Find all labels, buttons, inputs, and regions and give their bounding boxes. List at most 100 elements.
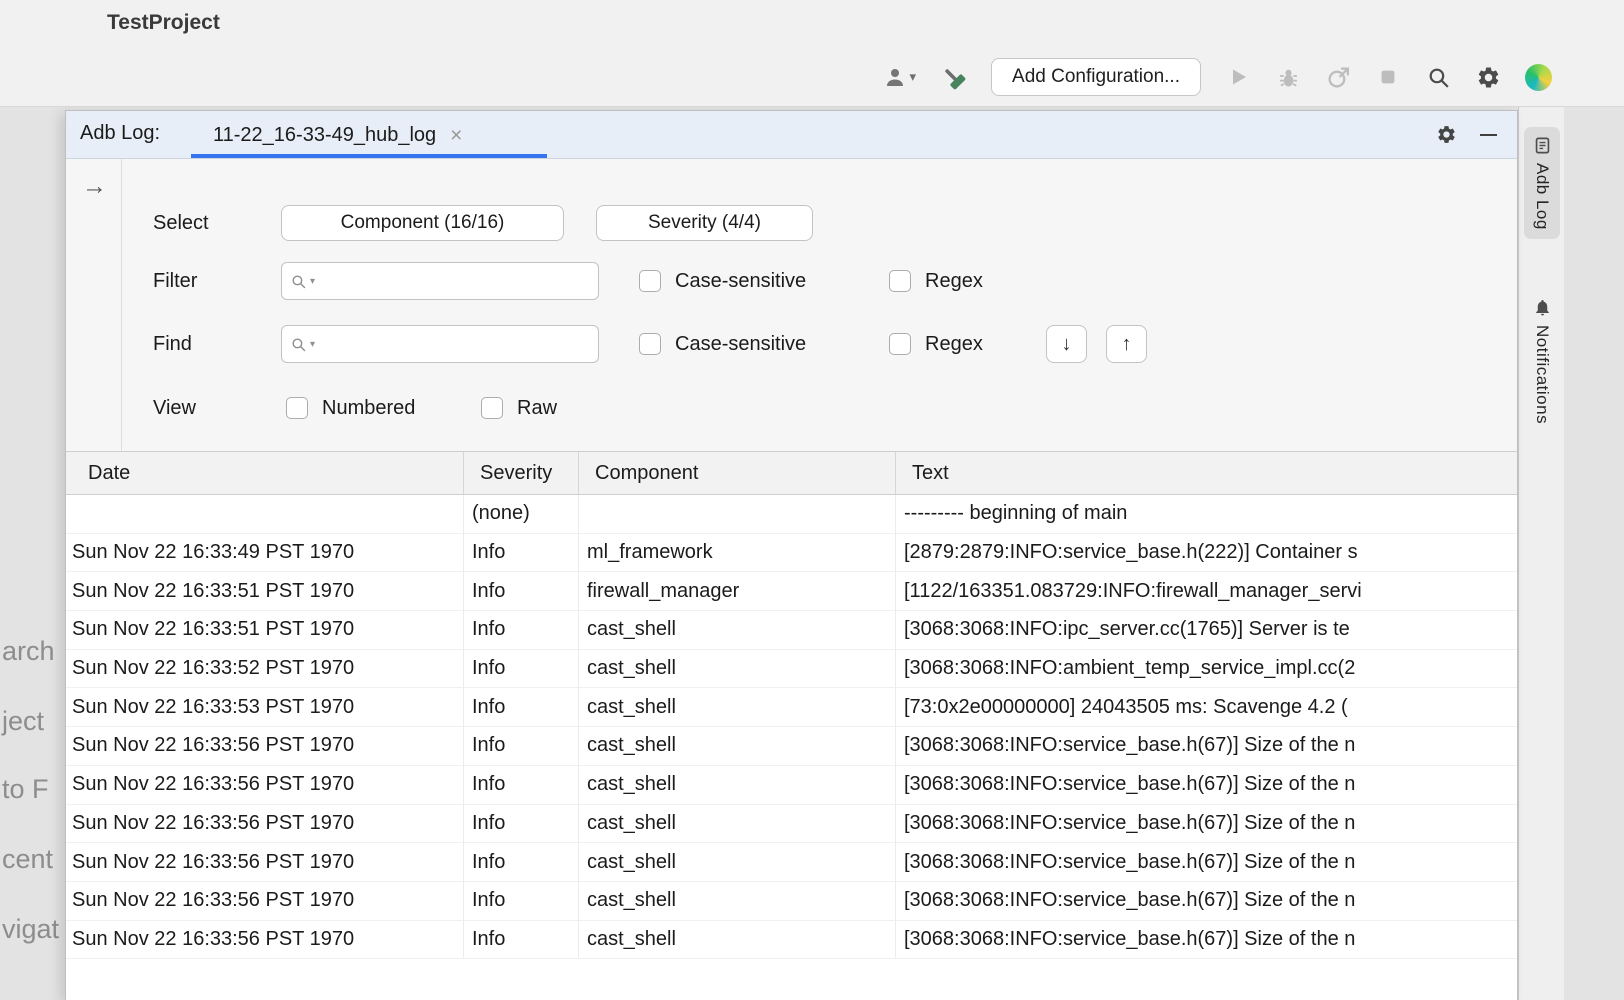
cell-component: cast_shell	[579, 766, 896, 805]
tool-window-label: Adb Log	[1532, 163, 1552, 230]
debug-bug-icon	[1276, 65, 1301, 90]
table-row[interactable]: Sun Nov 22 16:33:52 PST 1970Infocast_she…	[66, 650, 1517, 689]
panel-settings-button[interactable]	[1436, 124, 1457, 150]
window-titlebar: TestProject ▾ Add Configuration...	[0, 0, 1624, 107]
close-icon[interactable]: ×	[450, 125, 462, 146]
filter-regex-checkbox[interactable]	[889, 270, 911, 292]
cell-component: cast_shell	[579, 650, 896, 689]
cell-date: Sun Nov 22 16:33:56 PST 1970	[66, 766, 464, 805]
find-regex-checkbox[interactable]	[889, 333, 911, 355]
find-previous-button[interactable]: ↑	[1106, 325, 1147, 363]
stop-icon	[1377, 66, 1399, 88]
cell-text: [3068:3068:INFO:service_base.h(67)] Size…	[896, 766, 1517, 805]
profile-button[interactable]	[1325, 62, 1351, 92]
search-everywhere-button[interactable]	[1425, 62, 1451, 92]
severity-filter-button[interactable]: Severity (4/4)	[596, 205, 813, 241]
gear-icon	[1476, 65, 1501, 90]
main-toolbar: ▾ Add Configuration...	[883, 58, 1552, 96]
table-row[interactable]: Sun Nov 22 16:33:56 PST 1970Infocast_she…	[66, 727, 1517, 766]
cell-text: [1122/163351.083729:INFO:firewall_manage…	[896, 572, 1517, 611]
checkbox-label: Case-sensitive	[675, 270, 806, 293]
find-next-button[interactable]: ↓	[1046, 325, 1087, 363]
arrow-down-icon: ↓	[1062, 333, 1072, 356]
filter-case-sensitive-checkbox[interactable]	[639, 270, 661, 292]
table-row[interactable]: Sun Nov 22 16:33:49 PST 1970Infoml_frame…	[66, 534, 1517, 573]
tool-window-label: Notifications	[1532, 325, 1552, 424]
search-icon	[290, 273, 307, 290]
column-header-severity[interactable]: Severity	[464, 452, 579, 494]
background-text-fragment: ject	[2, 706, 44, 737]
select-label: Select	[153, 205, 209, 241]
table-row[interactable]: Sun Nov 22 16:33:56 PST 1970Infocast_she…	[66, 882, 1517, 921]
person-icon	[883, 65, 907, 89]
panel-header: Adb Log: 11-22_16-33-49_hub_log ×	[66, 111, 1517, 159]
cell-date: Sun Nov 22 16:33:52 PST 1970	[66, 650, 464, 689]
cell-severity: Info	[464, 534, 579, 573]
numbered-checkbox[interactable]	[286, 397, 308, 419]
chevron-down-icon: ▾	[310, 339, 315, 350]
debug-button[interactable]	[1275, 62, 1301, 92]
cell-component: cast_shell	[579, 727, 896, 766]
cell-date: Sun Nov 22 16:33:49 PST 1970	[66, 534, 464, 573]
cell-text: [3068:3068:INFO:service_base.h(67)] Size…	[896, 921, 1517, 960]
cell-severity: Info	[464, 843, 579, 882]
tool-window-button-adb-log[interactable]: Adb Log	[1524, 127, 1560, 239]
cell-component: cast_shell	[579, 882, 896, 921]
adb-log-panel: Adb Log: 11-22_16-33-49_hub_log × → Sele…	[65, 110, 1518, 1000]
hide-panel-button[interactable]	[1480, 134, 1497, 136]
log-tab-title: 11-22_16-33-49_hub_log	[213, 124, 436, 147]
filter-label: Filter	[153, 262, 197, 300]
assistant-button[interactable]	[1525, 62, 1552, 92]
column-header-text[interactable]: Text	[896, 452, 1517, 494]
cell-severity: Info	[464, 882, 579, 921]
table-row[interactable]: Sun Nov 22 16:33:56 PST 1970Infocast_she…	[66, 921, 1517, 960]
ide-settings-button[interactable]	[1475, 62, 1501, 92]
gradient-ball-icon	[1525, 64, 1552, 91]
cell-component: cast_shell	[579, 921, 896, 960]
table-row[interactable]: Sun Nov 22 16:33:51 PST 1970Infocast_she…	[66, 611, 1517, 650]
find-field: ▾	[281, 325, 599, 363]
cell-severity: Info	[464, 921, 579, 960]
filter-case-sensitive-option: Case-sensitive	[639, 262, 806, 300]
column-header-component[interactable]: Component	[579, 452, 896, 494]
cell-component: cast_shell	[579, 688, 896, 727]
cell-severity: Info	[464, 572, 579, 611]
table-row[interactable]: Sun Nov 22 16:33:53 PST 1970Infocast_she…	[66, 688, 1517, 727]
build-button[interactable]	[940, 62, 967, 92]
filter-regex-option: Regex	[889, 262, 983, 300]
cell-date: Sun Nov 22 16:33:53 PST 1970	[66, 688, 464, 727]
checkbox-label: Raw	[517, 397, 557, 420]
find-label: Find	[153, 325, 192, 363]
find-case-sensitive-checkbox[interactable]	[639, 333, 661, 355]
stop-button[interactable]	[1375, 62, 1401, 92]
cell-date: Sun Nov 22 16:33:56 PST 1970	[66, 805, 464, 844]
table-row[interactable]: Sun Nov 22 16:33:56 PST 1970Infocast_she…	[66, 843, 1517, 882]
checkbox-label: Regex	[925, 333, 983, 356]
cell-component	[579, 495, 896, 534]
window-title: TestProject	[107, 11, 220, 35]
table-row[interactable]: Sun Nov 22 16:33:56 PST 1970Infocast_she…	[66, 766, 1517, 805]
tool-window-button-notifications[interactable]: Notifications	[1524, 289, 1560, 433]
table-row[interactable]: Sun Nov 22 16:33:56 PST 1970Infocast_she…	[66, 805, 1517, 844]
cell-date: Sun Nov 22 16:33:51 PST 1970	[66, 572, 464, 611]
cell-text: [3068:3068:INFO:service_base.h(67)] Size…	[896, 727, 1517, 766]
table-row[interactable]: (none)--------- beginning of main	[66, 495, 1517, 534]
cell-component: cast_shell	[579, 805, 896, 844]
add-configuration-button[interactable]: Add Configuration...	[991, 58, 1201, 96]
run-button[interactable]	[1225, 62, 1251, 92]
background-text-fragment: arch	[2, 636, 55, 667]
user-profile-button[interactable]: ▾	[883, 62, 917, 92]
cell-severity: Info	[464, 766, 579, 805]
table-row[interactable]: Sun Nov 22 16:33:51 PST 1970Infofirewall…	[66, 572, 1517, 611]
raw-checkbox[interactable]	[481, 397, 503, 419]
cell-severity: Info	[464, 805, 579, 844]
collapse-arrow-icon[interactable]: →	[82, 172, 107, 201]
find-input[interactable]	[318, 326, 590, 362]
component-filter-button[interactable]: Component (16/16)	[281, 205, 564, 241]
column-header-date[interactable]: Date	[66, 452, 464, 494]
cell-severity: (none)	[464, 495, 579, 534]
log-tab[interactable]: 11-22_16-33-49_hub_log ×	[191, 111, 486, 159]
view-numbered-option: Numbered	[286, 389, 415, 427]
cell-severity: Info	[464, 688, 579, 727]
filter-input[interactable]	[318, 263, 590, 299]
